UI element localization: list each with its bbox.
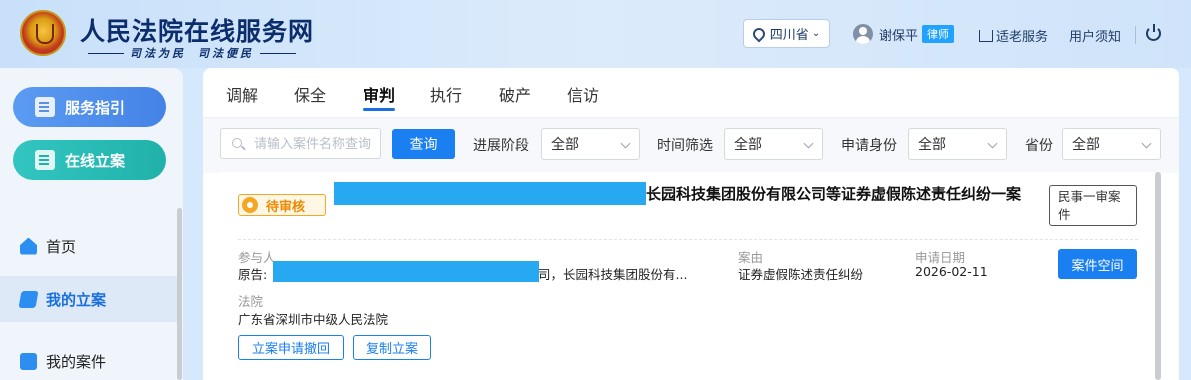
sidebar-item-label: 首页 (46, 237, 77, 256)
user-notice-link[interactable]: 用户须知 (1069, 26, 1121, 45)
tab-preservation[interactable]: 保全 (294, 82, 326, 106)
status-badge: 待审核 (238, 194, 326, 216)
elder-service-link[interactable]: 适老服务 (979, 26, 1048, 45)
header-divider (1135, 26, 1136, 44)
status-label: 待审核 (266, 199, 306, 215)
copy-filing-button[interactable]: 复制立案 (353, 335, 431, 360)
identity-select-value: 全部 (918, 137, 946, 153)
online-filing-label: 在线立案 (65, 151, 126, 170)
province-select[interactable]: 全部 (1062, 128, 1161, 160)
sidebar-item-label: 我的案件 (46, 352, 107, 371)
identity-filter-label: 申请身份 (841, 138, 897, 154)
sidebar-scrollbar[interactable] (177, 208, 182, 380)
edit-icon (18, 290, 39, 308)
site-slogan: 司法为民 司法便民 (82, 45, 302, 61)
sidebar-item-home[interactable]: 首页 (0, 223, 178, 269)
sidebar-item-label: 我的立案 (46, 290, 107, 309)
sidebar-item-my-filings[interactable]: 我的立案 (0, 276, 178, 322)
case-search[interactable] (220, 128, 381, 159)
province-select-value: 全部 (1072, 137, 1100, 153)
power-icon[interactable] (1146, 24, 1161, 41)
province-filter-label: 省份 (1025, 138, 1053, 154)
filter-bar: 查询 进展阶段 全部 时间筛选 全部 申请身份 全部 省份 全部 (203, 118, 1179, 173)
province-selector[interactable]: 四川省 ⌄ (743, 19, 830, 48)
case-space-button[interactable]: 案件空间 (1058, 249, 1137, 279)
sidebar: 服务指引 在线立案 首页 我的立案 我的案件 (0, 68, 183, 380)
time-select[interactable]: 全部 (724, 128, 823, 160)
plaintiff-prefix: 原告: (238, 267, 268, 282)
service-guide-button[interactable]: 服务指引 (13, 87, 166, 127)
identity-select[interactable]: 全部 (908, 128, 1007, 160)
pending-icon (242, 197, 258, 213)
tab-trial[interactable]: 审判 (363, 82, 395, 106)
sidebar-item-my-cases[interactable]: 我的案件 (0, 338, 178, 380)
user-menu[interactable]: 谢保平 律师 (853, 24, 955, 44)
guide-icon (35, 97, 55, 117)
time-filter-label: 时间筛选 (657, 138, 713, 154)
stage-select[interactable]: 全部 (541, 128, 640, 160)
search-input[interactable] (254, 132, 378, 156)
chevron-down-icon (1141, 138, 1152, 149)
tab-execution[interactable]: 执行 (430, 82, 462, 106)
court-label: 法院 (238, 294, 264, 309)
site-title[interactable]: 人民法院在线服务网 (80, 12, 314, 48)
time-select-value: 全部 (734, 137, 762, 153)
shirt-icon (979, 29, 993, 42)
active-tab-indicator (363, 108, 395, 111)
user-role-badge: 律师 (922, 25, 955, 43)
court-emblem-icon (20, 10, 66, 56)
apply-date-value: 2026-02-11 (915, 264, 988, 279)
stage-filter-label: 进展阶段 (473, 138, 529, 154)
redacted-block (273, 261, 539, 282)
chevron-down-icon (987, 138, 998, 149)
top-header: 人民法院在线服务网 司法为民 司法便民 四川省 ⌄ 谢保平 律师 适老服务 用户… (0, 0, 1191, 68)
edit-icon (35, 150, 55, 170)
participants-value: 司，长园科技集团股份有... (538, 267, 688, 282)
location-pin-icon (750, 25, 768, 42)
chevron-down-icon: ⌄ (811, 28, 821, 39)
case-title[interactable]: 长园科技集团股份有限公司等证券虚假陈述责任纠纷一案 (338, 184, 1023, 205)
avatar (853, 24, 873, 44)
slogan-divider (260, 52, 296, 54)
case-type-badge: 民事一审案件 (1049, 185, 1137, 226)
chevron-down-icon (620, 138, 631, 149)
cause-value: 证券虚假陈述责任纠纷 (738, 267, 864, 282)
service-guide-label: 服务指引 (65, 98, 126, 117)
slogan-left: 司法为民 (130, 47, 186, 60)
slogan-right: 司法便民 (198, 47, 254, 60)
chevron-down-icon (803, 138, 814, 149)
case-card: 待审核 长园科技集团股份有限公司等证券虚假陈述责任纠纷一案 民事一审案件 参与人… (220, 172, 1156, 372)
main-scrollbar[interactable] (1155, 172, 1161, 380)
elder-service-label: 适老服务 (996, 30, 1049, 45)
clipboard-icon (20, 352, 37, 370)
home-icon (20, 237, 37, 255)
court-value: 广东省深圳市中级人民法院 (238, 312, 389, 327)
tab-bankruptcy[interactable]: 破产 (499, 82, 531, 106)
search-icon (232, 138, 242, 148)
card-divider (238, 239, 1138, 240)
case-title-text: 长园科技集团股份有限公司等证券虚假陈述责任纠纷一案 (646, 185, 1022, 203)
online-filing-button[interactable]: 在线立案 (13, 140, 166, 180)
slogan-divider (88, 52, 124, 54)
case-type-tabs: 调解 保全 审判 执行 破产 信访 (203, 68, 1179, 118)
stage-select-value: 全部 (551, 137, 579, 153)
query-button[interactable]: 查询 (392, 129, 455, 159)
tab-petition[interactable]: 信访 (567, 82, 599, 106)
user-name: 谢保平 (879, 28, 919, 44)
withdraw-filing-button[interactable]: 立案申请撤回 (238, 335, 344, 360)
tab-mediation[interactable]: 调解 (226, 82, 258, 106)
main-panel: 调解 保全 审判 执行 破产 信访 查询 进展阶段 全部 时间筛选 全部 申请身… (203, 68, 1179, 380)
province-selector-label: 四川省 (769, 28, 809, 43)
